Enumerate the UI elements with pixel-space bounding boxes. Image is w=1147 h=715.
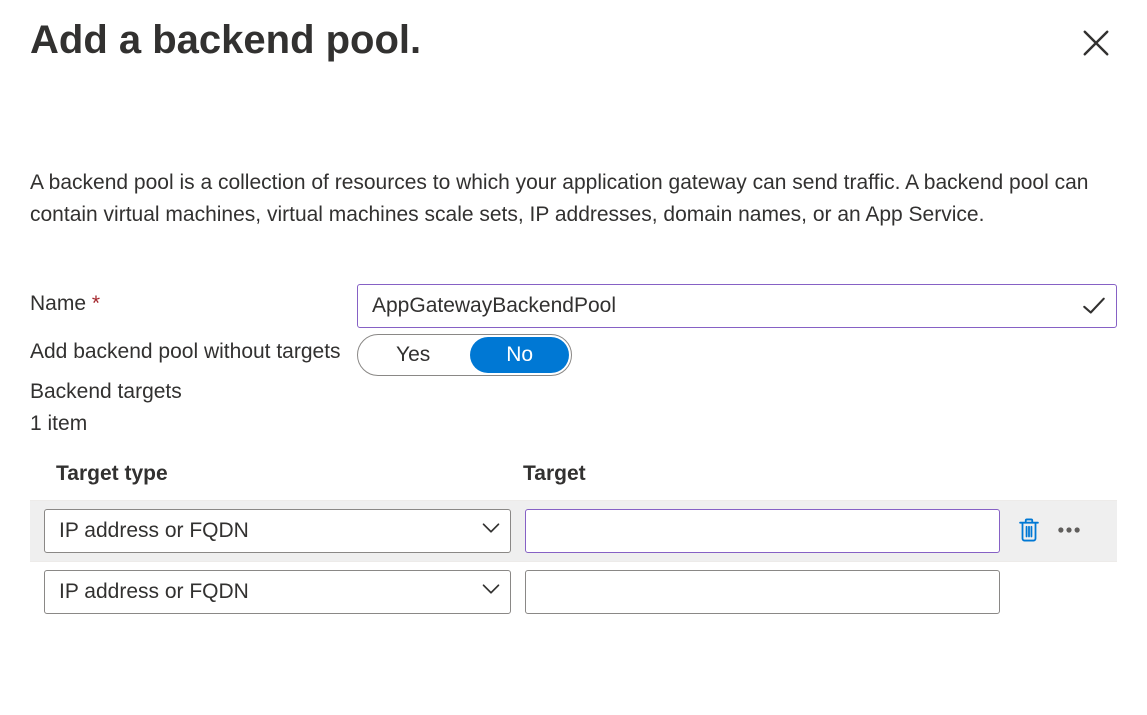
toggle-yes[interactable]: Yes — [358, 335, 468, 375]
panel-header: Add a backend pool. — [30, 18, 1117, 67]
required-asterisk: * — [92, 292, 100, 315]
page-title: Add a backend pool. — [30, 18, 421, 63]
no-targets-label: Add backend pool without targets — [30, 332, 357, 366]
close-icon — [1081, 46, 1111, 61]
target-type-select[interactable]: IP address or FQDN — [44, 570, 511, 614]
item-count: 1 item — [30, 412, 1117, 436]
column-target-type: Target type — [56, 462, 523, 486]
target-input[interactable] — [525, 509, 1000, 553]
name-label: Name * — [30, 284, 357, 318]
no-targets-toggle: Yes No — [357, 334, 572, 376]
no-targets-row: Add backend pool without targets Yes No — [30, 332, 1117, 376]
table-row: IP address or FQDN — [30, 561, 1117, 622]
target-type-select[interactable]: IP address or FQDN — [44, 509, 511, 553]
trash-icon — [1016, 517, 1042, 546]
column-target: Target — [523, 462, 1117, 486]
delete-row-button[interactable] — [1014, 515, 1044, 548]
target-input[interactable] — [525, 570, 1000, 614]
row-more-button[interactable] — [1054, 515, 1084, 548]
description-text: A backend pool is a collection of resour… — [30, 167, 1115, 230]
checkmark-icon — [1081, 293, 1107, 319]
targets-table-header: Target type Target — [30, 454, 1117, 500]
name-label-text: Name — [30, 292, 86, 315]
table-row: IP address or FQDN — [30, 500, 1117, 561]
toggle-no[interactable]: No — [470, 337, 569, 373]
close-button[interactable] — [1075, 22, 1117, 67]
name-row: Name * — [30, 284, 1117, 328]
backend-targets-label: Backend targets — [30, 380, 1117, 404]
name-input[interactable] — [357, 284, 1117, 328]
more-icon — [1056, 517, 1082, 546]
